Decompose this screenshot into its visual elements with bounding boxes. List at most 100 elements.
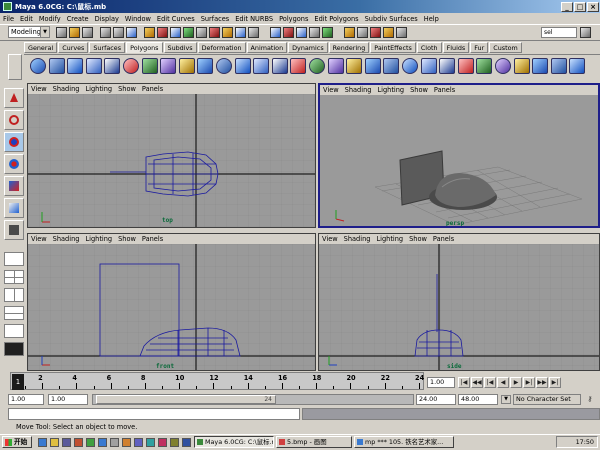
polygon-shelf-tool-icon[interactable] (309, 58, 325, 74)
animation-end-field[interactable]: 48.00 (458, 394, 498, 405)
select-object-icon[interactable] (113, 27, 124, 38)
viewport-menu-lighting[interactable]: Lighting (373, 235, 406, 243)
viewport-menu-panels[interactable]: Panels (430, 235, 457, 243)
save-scene-icon[interactable] (82, 27, 93, 38)
tab-fluids[interactable]: Fluids (442, 42, 470, 53)
play-backward-button[interactable]: ◀ (497, 377, 509, 388)
polygon-shelf-tool-icon[interactable] (178, 58, 195, 74)
layout-single-icon[interactable] (4, 252, 24, 266)
quicklaunch-app6-icon[interactable] (134, 438, 143, 447)
quicklaunch-app2-icon[interactable] (86, 438, 95, 447)
select-tool[interactable] (4, 88, 24, 108)
layout-two-stack-icon[interactable] (4, 306, 24, 320)
render-view-icon[interactable] (357, 27, 368, 38)
quicklaunch-ie-icon[interactable] (38, 438, 47, 447)
layout-persp-outliner-icon[interactable] (4, 324, 24, 338)
viewport-menu-shading[interactable]: Shading (50, 85, 83, 93)
step-forward-frame-button[interactable]: ▶| (523, 377, 535, 388)
polygon-shelf-tool-icon[interactable] (532, 58, 549, 74)
polygon-shelf-tool-icon[interactable] (141, 58, 158, 74)
layout-two-side-icon[interactable] (4, 288, 24, 302)
polygon-shelf-tool-icon[interactable] (197, 58, 214, 74)
taskbar-item-paint[interactable]: 5.bmp - 画图 (276, 436, 352, 448)
tab-painteffects[interactable]: PaintEffects (370, 42, 416, 53)
minimize-button[interactable]: _ (561, 1, 573, 12)
manipulator-tool[interactable] (4, 198, 24, 218)
step-back-key-button[interactable]: ◀◀ (471, 377, 483, 388)
step-back-frame-button[interactable]: |◀ (484, 377, 496, 388)
polygon-shelf-tool-icon[interactable] (420, 58, 437, 74)
new-scene-icon[interactable] (56, 27, 67, 38)
current-time-indicator[interactable]: 1 (12, 374, 24, 390)
front-view-canvas[interactable]: front (28, 244, 316, 371)
menu-display[interactable]: Display (92, 15, 122, 23)
scale-tool[interactable] (4, 176, 24, 196)
viewport-menu-view[interactable]: View (319, 235, 341, 243)
render-frame-icon[interactable] (370, 27, 381, 38)
chevron-down-icon[interactable]: ▼ (40, 27, 49, 37)
viewport-menu-shading[interactable]: Shading (341, 235, 374, 243)
viewport-menu-show[interactable]: Show (406, 235, 430, 243)
lasso-tool[interactable] (4, 110, 24, 130)
animation-start-field[interactable]: 1.00 (8, 394, 44, 405)
tab-general[interactable]: General (24, 42, 58, 53)
make-live-icon[interactable] (322, 27, 333, 38)
persp-view-canvas[interactable]: persp (320, 95, 600, 228)
time-slider[interactable]: 1 2 4 6 8 10 12 14 16 18 20 22 24 (10, 372, 424, 390)
viewport-menu-show[interactable]: Show (115, 85, 139, 93)
tab-surfaces[interactable]: Surfaces (89, 42, 126, 53)
viewport-menu-panels[interactable]: Panels (139, 235, 166, 243)
snap-point-icon[interactable] (296, 27, 307, 38)
menu-surfaces[interactable]: Surfaces (198, 15, 233, 23)
polygon-shelf-tool-icon[interactable] (327, 58, 344, 74)
polygon-shelf-tool-icon[interactable] (253, 58, 270, 74)
polygon-shelf-tool-icon[interactable] (216, 58, 232, 74)
curves-mask-icon[interactable] (183, 27, 194, 38)
viewport-menu-panels[interactable]: Panels (139, 85, 166, 93)
viewport-menu-lighting[interactable]: Lighting (82, 85, 115, 93)
polygon-shelf-tool-icon[interactable] (495, 58, 511, 74)
menu-set-selector[interactable]: Modeling ▼ (8, 26, 50, 38)
surfaces-mask-icon[interactable] (196, 27, 207, 38)
quicklaunch-app5-icon[interactable] (122, 438, 131, 447)
menu-subdiv-surfaces[interactable]: Subdiv Surfaces (362, 15, 421, 23)
side-view-canvas[interactable]: side (319, 244, 600, 371)
menu-window[interactable]: Window (122, 15, 154, 23)
viewport-menu-show[interactable]: Show (115, 235, 139, 243)
quicklaunch-app9-icon[interactable] (170, 438, 179, 447)
viewport-menu-lighting[interactable]: Lighting (374, 86, 407, 94)
viewport-front[interactable]: View Shading Lighting Show Panels front (27, 233, 316, 371)
handles-mask-icon[interactable] (157, 27, 168, 38)
quicklaunch-app10-icon[interactable] (182, 438, 191, 447)
move-tool[interactable] (4, 132, 24, 152)
menu-edit-curves[interactable]: Edit Curves (154, 15, 198, 23)
menu-create[interactable]: Create (64, 15, 92, 23)
polygon-shelf-tool-icon[interactable] (85, 58, 102, 74)
viewport-menu-view[interactable]: View (320, 86, 342, 94)
polygon-shelf-tool-icon[interactable] (234, 58, 251, 74)
pick-mask-icon[interactable] (144, 27, 155, 38)
quicklaunch-app4-icon[interactable] (110, 438, 119, 447)
quick-selection-field[interactable]: sel (541, 27, 577, 38)
tab-deformation[interactable]: Deformation (197, 42, 246, 53)
quicklaunch-app3-icon[interactable] (98, 438, 107, 447)
snap-grid-icon[interactable] (270, 27, 281, 38)
polygon-shelf-tool-icon[interactable] (383, 58, 400, 74)
viewport-side[interactable]: View Shading Lighting Show Panels side (318, 233, 600, 371)
quicklaunch-app7-icon[interactable] (146, 438, 155, 447)
taskbar-item-maya[interactable]: Maya 6.0CG: C:\鼠标.mb (194, 436, 274, 448)
maximize-button[interactable]: □ (574, 1, 586, 12)
menu-polygons[interactable]: Polygons (276, 15, 311, 23)
quicklaunch-app-icon[interactable] (74, 438, 83, 447)
tab-rendering[interactable]: Rendering (328, 42, 370, 53)
polygon-shelf-tool-icon[interactable] (123, 58, 139, 74)
select-component-icon[interactable] (126, 27, 137, 38)
maya-app-icon[interactable] (3, 2, 12, 11)
character-set-menu[interactable]: No Character Set (513, 394, 581, 405)
viewport-menu-shading[interactable]: Shading (50, 235, 83, 243)
history-icon[interactable] (344, 27, 355, 38)
quicklaunch-desktop-icon[interactable] (62, 438, 71, 447)
current-frame-field[interactable]: 1.00 (427, 377, 455, 388)
key-icon[interactable]: ⚷ (584, 394, 596, 405)
last-tool-used[interactable] (4, 220, 24, 240)
